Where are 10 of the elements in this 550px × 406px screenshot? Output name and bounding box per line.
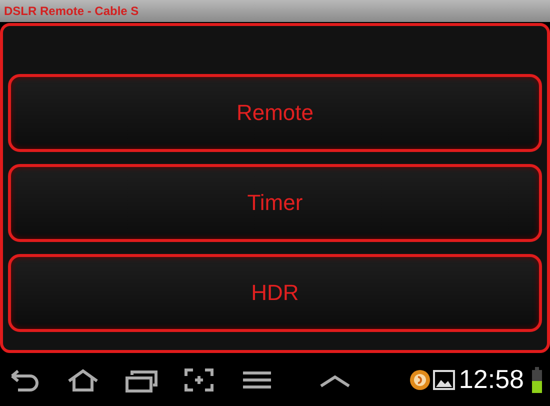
window-title: DSLR Remote - Cable S: [4, 4, 139, 18]
image-icon: [432, 370, 455, 390]
menu-button[interactable]: Remote: [8, 74, 542, 152]
screenshot-icon[interactable]: [182, 366, 216, 392]
battery-icon: [532, 366, 542, 392]
menu-button[interactable]: HDR: [8, 254, 542, 332]
app-notification-icon: [408, 368, 431, 390]
home-icon[interactable]: [66, 366, 100, 392]
clock-time: 12:58: [458, 364, 524, 395]
menu-button[interactable]: Timer: [8, 164, 542, 242]
